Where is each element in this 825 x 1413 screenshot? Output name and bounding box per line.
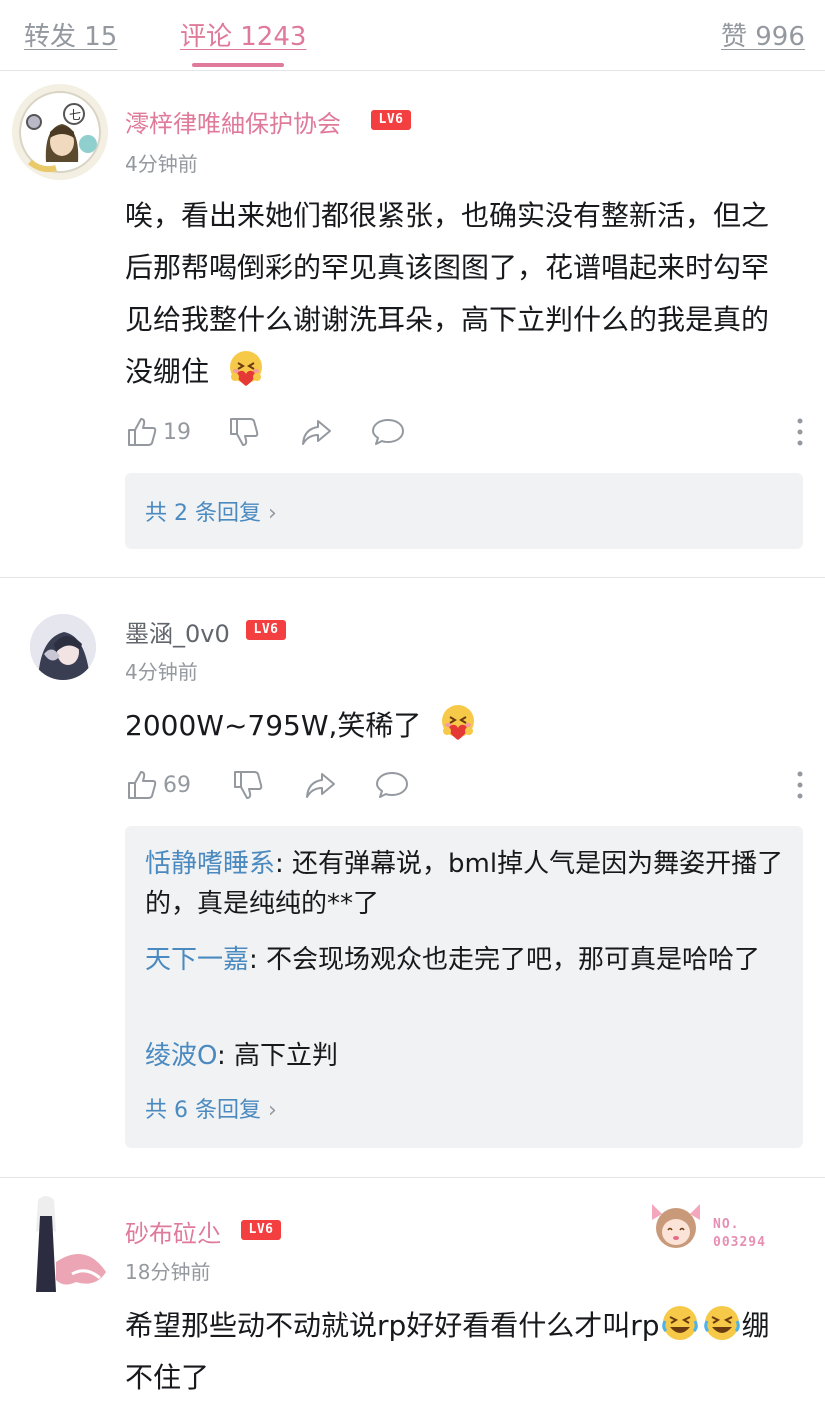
rofl-emoji-icon <box>661 1306 698 1340</box>
more-options-icon[interactable] <box>795 416 805 448</box>
chevron-right-icon: › <box>267 501 277 526</box>
speech-bubble-icon <box>372 419 404 445</box>
username[interactable]: 墨涵_0v0 <box>125 614 230 649</box>
comment-text: 希望那些动不动就说rp好好看看什么才叫rp <box>125 1309 660 1342</box>
fan-badge-label: NO. <box>713 1217 740 1232</box>
tab-forward[interactable]: 转发 15 <box>24 16 117 53</box>
level-badge: LV6 <box>241 1220 281 1240</box>
speech-bubble-icon <box>376 772 408 798</box>
avatar[interactable] <box>30 614 96 680</box>
view-replies-link[interactable]: 共 6 条回复 › <box>145 1092 277 1124</box>
comment-content: 唉，看出来她们都很紧张，也确实没有整新活，但之后那帮喝倒彩的罕见真该图图了，花谱… <box>125 190 793 398</box>
heart-hug-emoji-icon <box>442 705 475 740</box>
like-count: 69 <box>163 772 191 798</box>
like-button[interactable]: 19 <box>125 412 191 452</box>
comment-content: 希望那些动不动就说rp好好看看什么才叫rp 绷不住了 <box>125 1300 793 1404</box>
fan-badge-number: NO. 003294 <box>713 1216 766 1252</box>
reply-button[interactable] <box>375 765 409 805</box>
avatar-image <box>30 614 96 680</box>
reply-button[interactable] <box>371 412 405 452</box>
fan-badge-value: 003294 <box>713 1235 766 1250</box>
reply-summary-text: 共 6 条回复 <box>145 1098 261 1123</box>
action-bar: 19 <box>125 412 805 452</box>
tab-comments[interactable]: 评论 1243 <box>180 16 306 53</box>
share-arrow-icon <box>306 773 335 798</box>
avatar-image: 七 <box>19 91 101 173</box>
reply-preview[interactable]: 天下一嘉: 不会现场观众也走完了吧，那可真是哈哈了 <box>145 940 785 980</box>
avatar[interactable] <box>16 1192 110 1296</box>
username[interactable]: 砂布砬尐 <box>125 1214 221 1249</box>
comment-text: 2000W~795W,笑稀了 <box>125 709 422 742</box>
like-count: 19 <box>163 419 191 445</box>
reply-preview[interactable]: 恬静嗜睡系: 还有弹幕说，bml掉人气是因为舞姿开播了的，真是纯纯的**了 <box>145 844 785 924</box>
timestamp: 4分钟前 <box>125 152 198 176</box>
svg-text:七: 七 <box>69 108 81 122</box>
comment-text: 唉，看出来她们都很紧张，也确实没有整新活，但之后那帮喝倒彩的罕见真该图图了，花谱… <box>125 199 770 388</box>
dislike-button[interactable] <box>227 412 261 452</box>
username[interactable]: 澪梓律唯紬保护协会 <box>125 104 341 139</box>
view-replies-link[interactable]: 共 2 条回复 › <box>145 495 277 527</box>
reply-author[interactable]: 天下一嘉 <box>145 945 249 975</box>
level-badge: LV6 <box>246 620 286 640</box>
thumbs-down-icon <box>234 771 263 799</box>
comment-item: 砂布砬尐 LV6 18分钟前 NO. 003294 希望那些动不动就说rp好好看… <box>0 1178 825 1413</box>
heart-hug-emoji-icon <box>229 351 262 386</box>
tab-likes[interactable]: 赞 996 <box>721 16 805 53</box>
dislike-button[interactable] <box>231 765 265 805</box>
like-button[interactable]: 69 <box>125 765 191 805</box>
reply-box: 恬静嗜睡系: 还有弹幕说，bml掉人气是因为舞姿开播了的，真是纯纯的**了 天下… <box>125 826 803 1148</box>
rofl-emoji-icon <box>703 1306 740 1340</box>
active-tab-indicator <box>192 63 284 67</box>
thumbs-down-icon <box>230 418 259 446</box>
share-button[interactable] <box>299 412 333 452</box>
reply-text: : 不会现场观众也走完了吧，那可真是哈哈了 <box>249 945 761 975</box>
avatar[interactable]: 七 <box>12 84 108 180</box>
reply-text: : 高下立判 <box>217 1041 339 1071</box>
comment-item: 墨涵_0v0 LV6 4分钟前 2000W~795W,笑稀了 69 恬静嗜睡系:… <box>0 578 825 1178</box>
reply-author[interactable]: 恬静嗜睡系 <box>145 849 275 879</box>
tab-bar: 转发 15 评论 1243 赞 996 <box>0 0 825 71</box>
comment-item: 七 澪梓律唯紬保护协会 LV6 4分钟前 唉，看出来她们都很紧张，也确实没有整新… <box>0 70 825 577</box>
thumbs-up-icon <box>128 418 157 446</box>
action-bar: 69 <box>125 765 805 805</box>
avatar-image <box>36 1196 106 1292</box>
chevron-right-icon: › <box>267 1098 277 1123</box>
reply-preview[interactable]: 绫波O: 高下立判 <box>145 1036 785 1076</box>
timestamp: 18分钟前 <box>125 1260 211 1284</box>
thumbs-up-icon <box>128 771 157 799</box>
timestamp: 4分钟前 <box>125 660 198 684</box>
comment-content: 2000W~795W,笑稀了 <box>125 700 793 752</box>
reply-summary-text: 共 2 条回复 <box>145 501 261 526</box>
fan-badge-image <box>652 1204 700 1248</box>
share-button[interactable] <box>303 765 337 805</box>
reply-author[interactable]: 绫波O <box>145 1041 217 1071</box>
fan-badge-avatar <box>644 1194 704 1254</box>
level-badge: LV6 <box>371 110 411 130</box>
share-arrow-icon <box>302 420 331 445</box>
reply-box: 共 2 条回复 › <box>125 473 803 549</box>
more-options-icon[interactable] <box>795 769 805 801</box>
